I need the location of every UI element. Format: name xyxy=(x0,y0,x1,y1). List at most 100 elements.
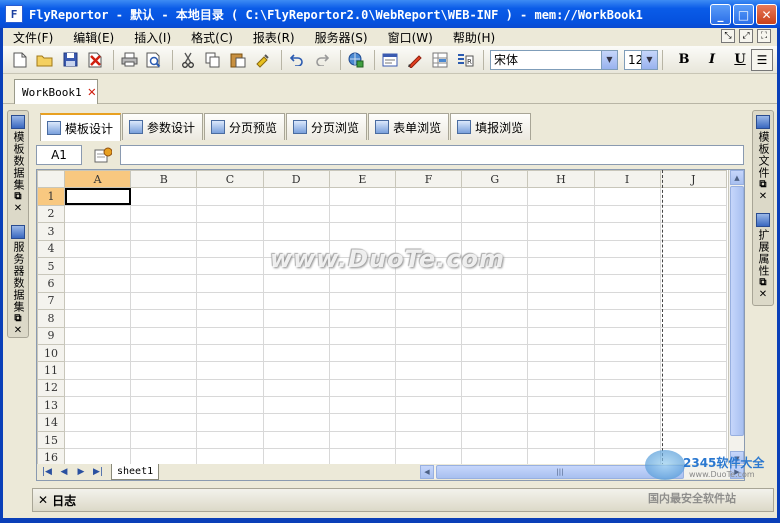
close-icon[interactable]: ✕ xyxy=(759,191,767,203)
tab-fill-browse[interactable]: 填报浏览 xyxy=(450,113,532,140)
bold-button[interactable]: B xyxy=(673,49,695,71)
grid-cell[interactable] xyxy=(527,378,595,398)
grid-cell[interactable] xyxy=(328,187,396,206)
grid-cell[interactable] xyxy=(394,343,463,363)
grid-cell[interactable] xyxy=(196,413,264,432)
mdi-restore-icon[interactable]: ⤡ xyxy=(721,29,735,43)
cut-icon[interactable] xyxy=(177,49,199,71)
column-header-e[interactable]: E xyxy=(328,170,396,189)
grid-cell[interactable] xyxy=(394,396,463,415)
grid-cell[interactable] xyxy=(527,448,595,464)
grid-cell[interactable] xyxy=(262,326,330,345)
grid-cell[interactable] xyxy=(262,378,330,398)
grid-cell[interactable] xyxy=(63,187,132,206)
grid-cell[interactable] xyxy=(130,413,198,432)
grid-cell[interactable] xyxy=(262,361,330,380)
grid-cell[interactable] xyxy=(196,448,264,464)
close-icon[interactable]: ✕ xyxy=(88,84,96,100)
grid-cell[interactable] xyxy=(527,413,595,432)
grid-cell[interactable] xyxy=(461,448,529,464)
menu-format[interactable]: 格式(C) xyxy=(181,29,243,46)
tab-template-design[interactable]: 模板设计 xyxy=(40,113,122,141)
grid-cell[interactable] xyxy=(659,291,727,311)
restore-icon[interactable]: ⧉ xyxy=(14,313,21,325)
data-column-icon[interactable]: R xyxy=(454,49,476,71)
grid-cell[interactable] xyxy=(63,291,132,311)
tab-parameter-design[interactable]: 参数设计 xyxy=(122,113,204,140)
menu-report[interactable]: 报表(R) xyxy=(243,29,305,46)
save-icon[interactable] xyxy=(59,49,81,71)
menu-window[interactable]: 窗口(W) xyxy=(378,29,443,46)
align-menu-icon[interactable]: ☰ xyxy=(751,49,773,71)
extended-attributes-panel[interactable]: 扩展属性 ⧉ ✕ xyxy=(755,213,771,301)
template-dataset-panel[interactable]: 模板数据集 ⧉ ✕ xyxy=(10,115,26,215)
grid-cell[interactable] xyxy=(328,309,396,328)
grid-cell[interactable] xyxy=(394,274,463,293)
grid-cell[interactable] xyxy=(130,239,198,258)
close-icon[interactable]: ✕ xyxy=(14,325,22,337)
database-connection-icon[interactable] xyxy=(345,49,367,71)
grid-cell[interactable] xyxy=(130,222,198,241)
grid-cell[interactable] xyxy=(527,430,595,450)
grid-cell[interactable] xyxy=(527,291,595,311)
grid-cell[interactable] xyxy=(527,239,595,258)
grid-cell[interactable] xyxy=(63,361,132,380)
print-icon[interactable] xyxy=(118,49,140,71)
vertical-scrollbar[interactable]: ▲ ▼ xyxy=(728,170,744,464)
grid-cell[interactable] xyxy=(527,256,595,276)
grid-cell[interactable] xyxy=(527,396,595,415)
grid-cell[interactable] xyxy=(328,361,396,380)
grid-cell[interactable] xyxy=(461,326,529,345)
grid-cell[interactable] xyxy=(527,222,595,241)
server-dataset-panel[interactable]: 服务器数据集 ⧉ ✕ xyxy=(10,225,26,337)
grid-cell[interactable] xyxy=(593,291,661,311)
row-header[interactable]: 14 xyxy=(37,413,65,432)
grid-cell[interactable] xyxy=(196,204,264,224)
grid-cell[interactable] xyxy=(130,256,198,276)
print-preview-icon[interactable] xyxy=(143,49,165,71)
grid-cell[interactable] xyxy=(527,274,595,293)
grid-cell[interactable] xyxy=(196,430,264,450)
grid-cell[interactable] xyxy=(659,326,727,345)
grid-cell[interactable] xyxy=(63,326,132,345)
grid-cell[interactable] xyxy=(63,396,132,415)
row-header[interactable]: 15 xyxy=(37,430,65,450)
row-header[interactable]: 10 xyxy=(37,343,65,363)
column-header-g[interactable]: G xyxy=(461,170,529,189)
grid-cell[interactable] xyxy=(63,222,132,241)
grid-cell[interactable] xyxy=(659,413,727,432)
grid-cell[interactable] xyxy=(63,239,132,258)
grid-cell[interactable] xyxy=(593,430,661,450)
grid-cell[interactable] xyxy=(130,361,198,380)
grid-cell[interactable] xyxy=(262,222,330,241)
grid-cell[interactable] xyxy=(659,361,727,380)
last-sheet-icon[interactable]: ▶| xyxy=(91,466,105,479)
mdi-maximize-icon[interactable]: ⤢ xyxy=(739,29,753,43)
grid-cell[interactable] xyxy=(593,326,661,345)
grid-cell[interactable] xyxy=(659,239,727,258)
grid-cell[interactable] xyxy=(130,378,198,398)
grid-cell[interactable] xyxy=(196,274,264,293)
column-header-j[interactable]: J xyxy=(659,170,727,189)
grid-cell[interactable] xyxy=(262,274,330,293)
grid-cell[interactable] xyxy=(394,291,463,311)
row-header[interactable]: 5 xyxy=(37,256,65,276)
column-header-b[interactable]: B xyxy=(130,170,198,189)
grid-cell[interactable] xyxy=(593,413,661,432)
cell-reference-box[interactable]: A1 xyxy=(36,145,82,165)
grid-cell[interactable] xyxy=(130,291,198,311)
restore-icon[interactable]: ⧉ xyxy=(759,277,766,289)
row-header[interactable]: 16 xyxy=(37,448,65,464)
grid-cell[interactable] xyxy=(593,378,661,398)
tab-page-preview[interactable]: 分页预览 xyxy=(204,113,286,140)
grid-cell[interactable] xyxy=(63,378,132,398)
grid-cell[interactable] xyxy=(394,430,463,450)
new-file-icon[interactable] xyxy=(9,49,31,71)
menu-help[interactable]: 帮助(H) xyxy=(443,29,505,46)
grid-cell[interactable] xyxy=(130,274,198,293)
grid-cell[interactable] xyxy=(63,448,132,464)
grid-cell[interactable] xyxy=(593,239,661,258)
row-header[interactable]: 2 xyxy=(37,204,65,224)
grid-cell[interactable] xyxy=(130,187,198,206)
grid-cell[interactable] xyxy=(63,204,132,224)
